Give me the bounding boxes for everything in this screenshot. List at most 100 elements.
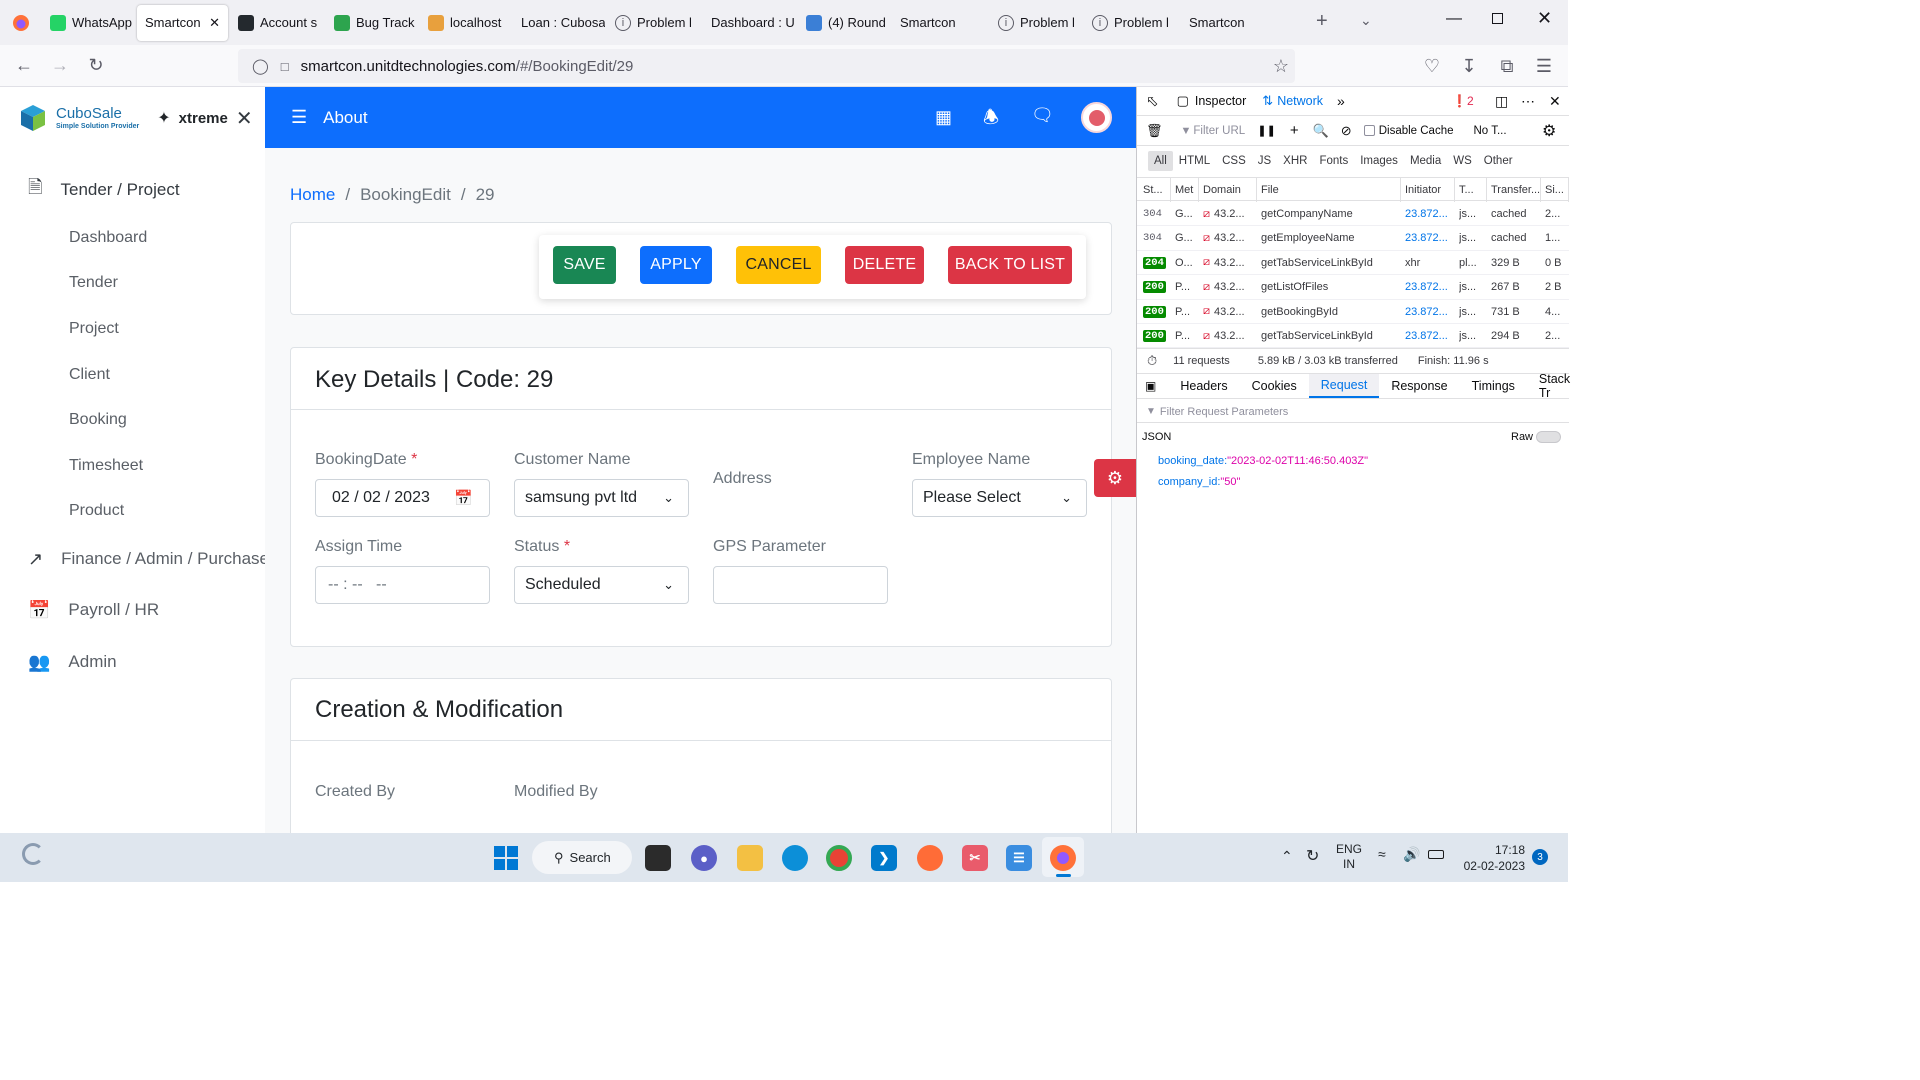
close-window-button[interactable]: ✕ xyxy=(1537,8,1552,29)
notepad-icon[interactable]: ☰ xyxy=(1006,845,1032,871)
reload-icon[interactable]: ↻ xyxy=(78,50,114,82)
raw-toggle[interactable] xyxy=(1536,431,1561,443)
filter-ws[interactable]: WS xyxy=(1447,151,1478,171)
filter-params-input[interactable]: Filter Request Parameters xyxy=(1160,406,1288,418)
downloads-icon[interactable]: ↧ xyxy=(1451,50,1487,82)
browser-tab[interactable]: Loan : Cubosa xyxy=(513,5,605,41)
trash-icon[interactable]: 🗑 xyxy=(1146,123,1163,139)
browser-tab[interactable]: localhost xyxy=(420,5,511,41)
sidebar-item-timesheet[interactable]: Timesheet xyxy=(0,443,265,489)
file-explorer-icon[interactable] xyxy=(737,845,763,871)
detail-tab-timings[interactable]: Timings xyxy=(1460,374,1527,398)
sidebar-item-booking[interactable]: Booking xyxy=(0,397,265,443)
sidebar-close-icon[interactable]: ✕ xyxy=(236,106,253,131)
column-header[interactable]: Domain xyxy=(1199,178,1257,202)
filter-url-input[interactable]: Filter URL xyxy=(1193,125,1257,137)
filter-all[interactable]: All xyxy=(1148,151,1173,171)
detail-tab-stack-tr[interactable]: Stack Tr xyxy=(1527,372,1582,400)
clock[interactable]: 17:18 02-02-2023 xyxy=(1458,842,1525,874)
browser-tab[interactable]: WhatsApp xyxy=(42,5,135,41)
settings-gear-button[interactable]: ⚙ xyxy=(1094,459,1136,497)
throttle-select[interactable]: No T... xyxy=(1474,125,1507,137)
detail-tab-request[interactable]: Request xyxy=(1308,374,1380,398)
close-devtools-icon[interactable]: ✕ xyxy=(1549,93,1561,110)
lock-icon[interactable]: □ xyxy=(281,59,289,74)
column-header[interactable]: Met xyxy=(1171,178,1199,202)
browser-tab[interactable]: i Problem l xyxy=(990,5,1082,41)
filter-media[interactable]: Media xyxy=(1404,151,1447,171)
detail-tab-headers[interactable]: Headers xyxy=(1168,374,1239,398)
employee-name-select[interactable]: Please Select ⌄ xyxy=(912,479,1087,517)
extensions-icon[interactable]: ⧉ xyxy=(1489,50,1525,82)
browser-tab[interactable]: Smartcon xyxy=(1181,5,1273,41)
apply-button[interactable]: APPLY xyxy=(640,246,712,284)
snipping-tool-icon[interactable]: ✂ xyxy=(962,845,988,871)
pocket-icon[interactable]: ♡ xyxy=(1414,50,1450,82)
start-icon[interactable] xyxy=(494,846,518,870)
language-indicator[interactable]: ENG IN xyxy=(1336,842,1362,872)
sidebar-section-tender[interactable]: 🗎 Tender / Project xyxy=(0,165,265,215)
filter-html[interactable]: HTML xyxy=(1173,151,1216,171)
battery-icon[interactable] xyxy=(1428,850,1444,859)
sidebar-item-product[interactable]: Product xyxy=(0,489,265,535)
column-header[interactable]: File xyxy=(1257,178,1401,202)
sidebar-section-finance[interactable]: ↗ Finance / Admin / Purchase xyxy=(0,534,269,584)
browser-tab[interactable]: i Problem l xyxy=(1084,5,1179,41)
disable-cache-checkbox[interactable] xyxy=(1363,125,1375,136)
chevron-up-icon[interactable]: ⌃ xyxy=(1281,848,1293,865)
browser-tab[interactable]: i Problem l xyxy=(607,5,701,41)
add-icon[interactable]: + xyxy=(1290,122,1299,139)
sidebar-item-project[interactable]: Project xyxy=(0,306,265,352)
bell-icon[interactable]: 🕭 xyxy=(983,105,999,135)
browser-tab[interactable]: (4) Round xyxy=(798,5,890,41)
sidebar-item-dashboard[interactable]: Dashboard xyxy=(0,215,265,261)
customer-name-select[interactable]: samsung pvt ltd ⌄ xyxy=(514,479,689,517)
gps-parameter-input[interactable] xyxy=(713,566,888,604)
column-header[interactable]: Si... xyxy=(1541,178,1569,202)
widgets-icon[interactable] xyxy=(22,843,44,865)
options-icon[interactable]: ⋯ xyxy=(1521,93,1535,110)
sync-icon[interactable]: ↻ xyxy=(1306,846,1319,866)
filter-fonts[interactable]: Fonts xyxy=(1313,151,1354,171)
search-icon[interactable]: 🔍 xyxy=(1313,123,1329,139)
firefox-menu-icon[interactable] xyxy=(0,0,42,45)
filter-images[interactable]: Images xyxy=(1354,151,1404,171)
breadcrumb-home[interactable]: Home xyxy=(290,185,335,205)
table-row[interactable]: 200 P... ⧄ 43.2... getTabServiceLinkById 23.8… xyxy=(1137,324,1569,349)
back-arrow-icon[interactable]: ← xyxy=(6,50,42,82)
browser-tab[interactable]: Bug Track xyxy=(326,5,418,41)
cancel-button[interactable]: CANCEL xyxy=(736,246,821,284)
column-header[interactable]: Transfer... xyxy=(1487,178,1541,202)
browser-tab[interactable]: Smartcon ✕ xyxy=(137,4,228,41)
more-tools-icon[interactable]: » xyxy=(1337,93,1345,109)
block-icon[interactable]: ⊘ xyxy=(1341,123,1352,139)
browser-tab[interactable]: Dashboard : U xyxy=(703,5,796,41)
chrome-icon[interactable] xyxy=(826,845,852,871)
shield-icon[interactable]: ◯ xyxy=(252,57,269,75)
pause-icon[interactable]: ❚❚ xyxy=(1257,124,1275,137)
sidebar-item-client[interactable]: Client xyxy=(0,352,265,398)
hamburger-menu-icon[interactable]: ☰ xyxy=(1526,50,1562,82)
new-tab-button[interactable]: + xyxy=(1316,10,1328,33)
grid-icon[interactable]: ▦ xyxy=(935,107,952,128)
calendar-icon[interactable]: 📅 xyxy=(454,489,473,507)
browser-tab[interactable]: Smartcon xyxy=(892,5,988,41)
table-row[interactable]: 304 G... ⧄ 43.2... getCompanyName 23.872... js… xyxy=(1137,202,1569,227)
about-link[interactable]: About xyxy=(323,108,367,128)
bookmark-star-icon[interactable]: ☆ xyxy=(1273,56,1289,77)
teams-icon[interactable]: ● xyxy=(691,845,717,871)
restore-button[interactable] xyxy=(1492,13,1503,24)
wifi-icon[interactable]: ≈ xyxy=(1378,846,1386,862)
table-row[interactable]: 204 O... ⧄ 43.2... getTabServiceLinkById xhr p… xyxy=(1137,251,1569,276)
postman-icon[interactable] xyxy=(917,845,943,871)
volume-icon[interactable]: 🔊 xyxy=(1403,846,1420,863)
element-picker-icon[interactable]: ⬁ xyxy=(1146,92,1159,110)
delete-button[interactable]: DELETE xyxy=(845,246,924,284)
taskbar-search[interactable]: ⚲ Search xyxy=(532,841,632,874)
edge-icon[interactable] xyxy=(782,845,808,871)
avatar[interactable] xyxy=(1081,102,1112,133)
column-header[interactable]: T... xyxy=(1455,178,1487,202)
save-button[interactable]: SAVE xyxy=(553,246,616,284)
hamburger-icon[interactable]: ☰ xyxy=(291,107,307,128)
panel-toggle-icon[interactable]: ▣ xyxy=(1145,379,1156,393)
